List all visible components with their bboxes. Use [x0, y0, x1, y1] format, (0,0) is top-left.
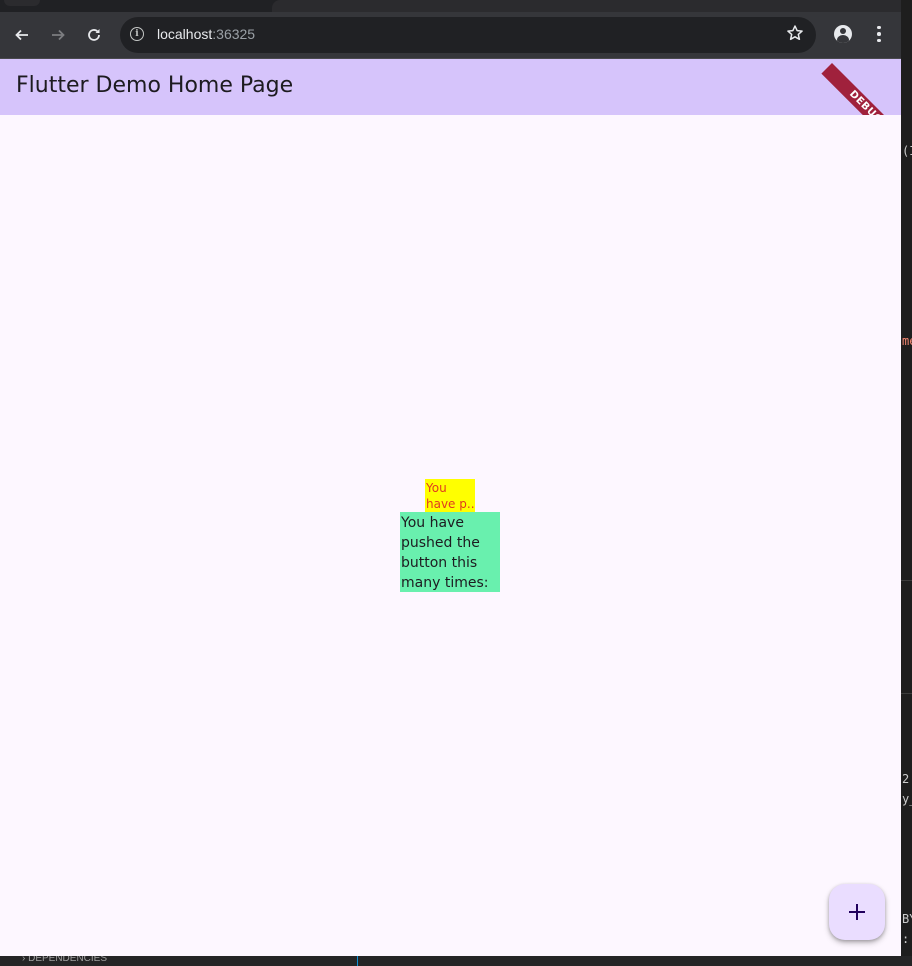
increment-fab-button[interactable] — [829, 884, 885, 940]
browser-toolbar: i localhost:36325 — [0, 12, 901, 59]
green-text: You have pushed the button this many tim… — [401, 513, 488, 593]
green-text-box: You have pushed the button this many tim… — [400, 512, 500, 592]
yellow-text-line: You — [426, 481, 447, 495]
green-text-line: button this — [401, 555, 478, 571]
info-icon[interactable]: i — [130, 27, 144, 41]
more-vert-icon[interactable] — [866, 21, 892, 47]
app-bar: Flutter Demo Home Page — [0, 59, 901, 115]
green-text-line: pushed the — [401, 535, 480, 551]
editor-text: 2. — [902, 772, 912, 786]
profile-button[interactable] — [830, 21, 856, 47]
tab[interactable] — [4, 0, 40, 6]
reload-button[interactable] — [81, 22, 107, 48]
forward-button[interactable] — [45, 22, 71, 48]
editor-text: : — [902, 932, 910, 946]
editor-divider — [901, 693, 912, 694]
page-title: Flutter Demo Home Page — [16, 73, 294, 98]
url-port: :36325 — [212, 26, 256, 42]
browser-window: i localhost:36325 Flutter Demo Home Page… — [0, 0, 901, 956]
url-text[interactable]: localhost:36325 — [157, 26, 255, 42]
yellow-text-box: You have p... — [425, 479, 475, 512]
plus-icon — [849, 904, 865, 920]
green-text-line: You have — [401, 515, 464, 531]
bookmark-button[interactable] — [786, 24, 804, 47]
editor-text: BY — [902, 912, 912, 926]
editor-text: me — [902, 334, 912, 348]
url-host: localhost — [157, 26, 213, 42]
arrow-left-icon — [15, 29, 28, 41]
back-button[interactable] — [9, 22, 35, 48]
profile-icon — [834, 25, 852, 43]
debug-banner: DEBUG — [820, 59, 901, 115]
background-editor-bottom: › DEPENDENCIES — [0, 956, 912, 966]
star-icon — [787, 25, 803, 41]
editor-accent-line — [357, 956, 358, 966]
address-bar[interactable]: i localhost:36325 — [120, 17, 816, 53]
tab-strip-background — [272, 0, 901, 12]
editor-text: y_ — [902, 792, 912, 806]
background-editor-edge: (I me 2. y_ BY : — [901, 0, 912, 966]
editor-text: (I — [902, 144, 912, 158]
dependencies-section-label[interactable]: › DEPENDENCIES — [22, 956, 107, 964]
screen: i localhost:36325 Flutter Demo Home Page… — [0, 0, 912, 966]
yellow-text-line: have p... — [426, 497, 474, 511]
editor-divider — [901, 580, 912, 581]
green-text-line: many times: — [401, 575, 489, 591]
debug-ribbon-label: DEBUG — [821, 63, 901, 115]
tab-strip — [0, 0, 901, 12]
yellow-text: You have p... — [426, 480, 474, 512]
arrow-right-icon — [52, 29, 65, 41]
reload-icon — [88, 29, 100, 41]
